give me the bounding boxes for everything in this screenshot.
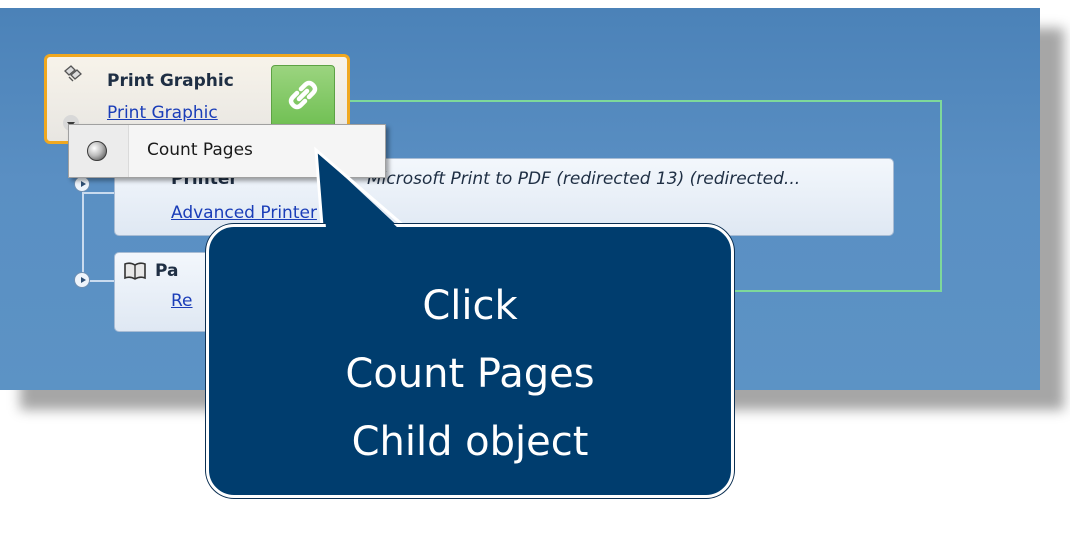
pages-node-title: Pa [155,261,179,281]
callout-line-1: Click [422,283,518,329]
menu-item-label: Count Pages [147,140,253,160]
tree-line-printer [84,192,114,194]
book-icon [123,261,147,286]
link-connector-right [940,100,942,292]
link-connector-top [350,100,942,102]
printer-expander[interactable] [74,176,90,192]
chain-link-icon [285,77,321,117]
callout-text: Click Count Pages Child object [206,272,734,476]
pages-expander[interactable] [74,272,90,288]
link-connector-bottom [700,290,942,292]
print-graphic-icon [61,63,85,92]
print-graphic-title: Print Graphic [107,71,234,91]
context-menu: Count Pages [68,124,386,178]
print-graphic-link[interactable]: Print Graphic [107,103,218,123]
radio-circle-icon [87,141,107,161]
printer-node-link[interactable]: Advanced Printer [171,203,317,223]
chain-link-button[interactable] [271,65,335,129]
callout-line-3: Child object [351,419,589,465]
printer-node-detail: Microsoft Print to PDF (redirected 13) (… [367,169,801,189]
menu-item-count-pages[interactable]: Count Pages [73,131,381,171]
callout-line-2: Count Pages [345,351,595,397]
pages-node-link[interactable]: Re [171,291,193,311]
